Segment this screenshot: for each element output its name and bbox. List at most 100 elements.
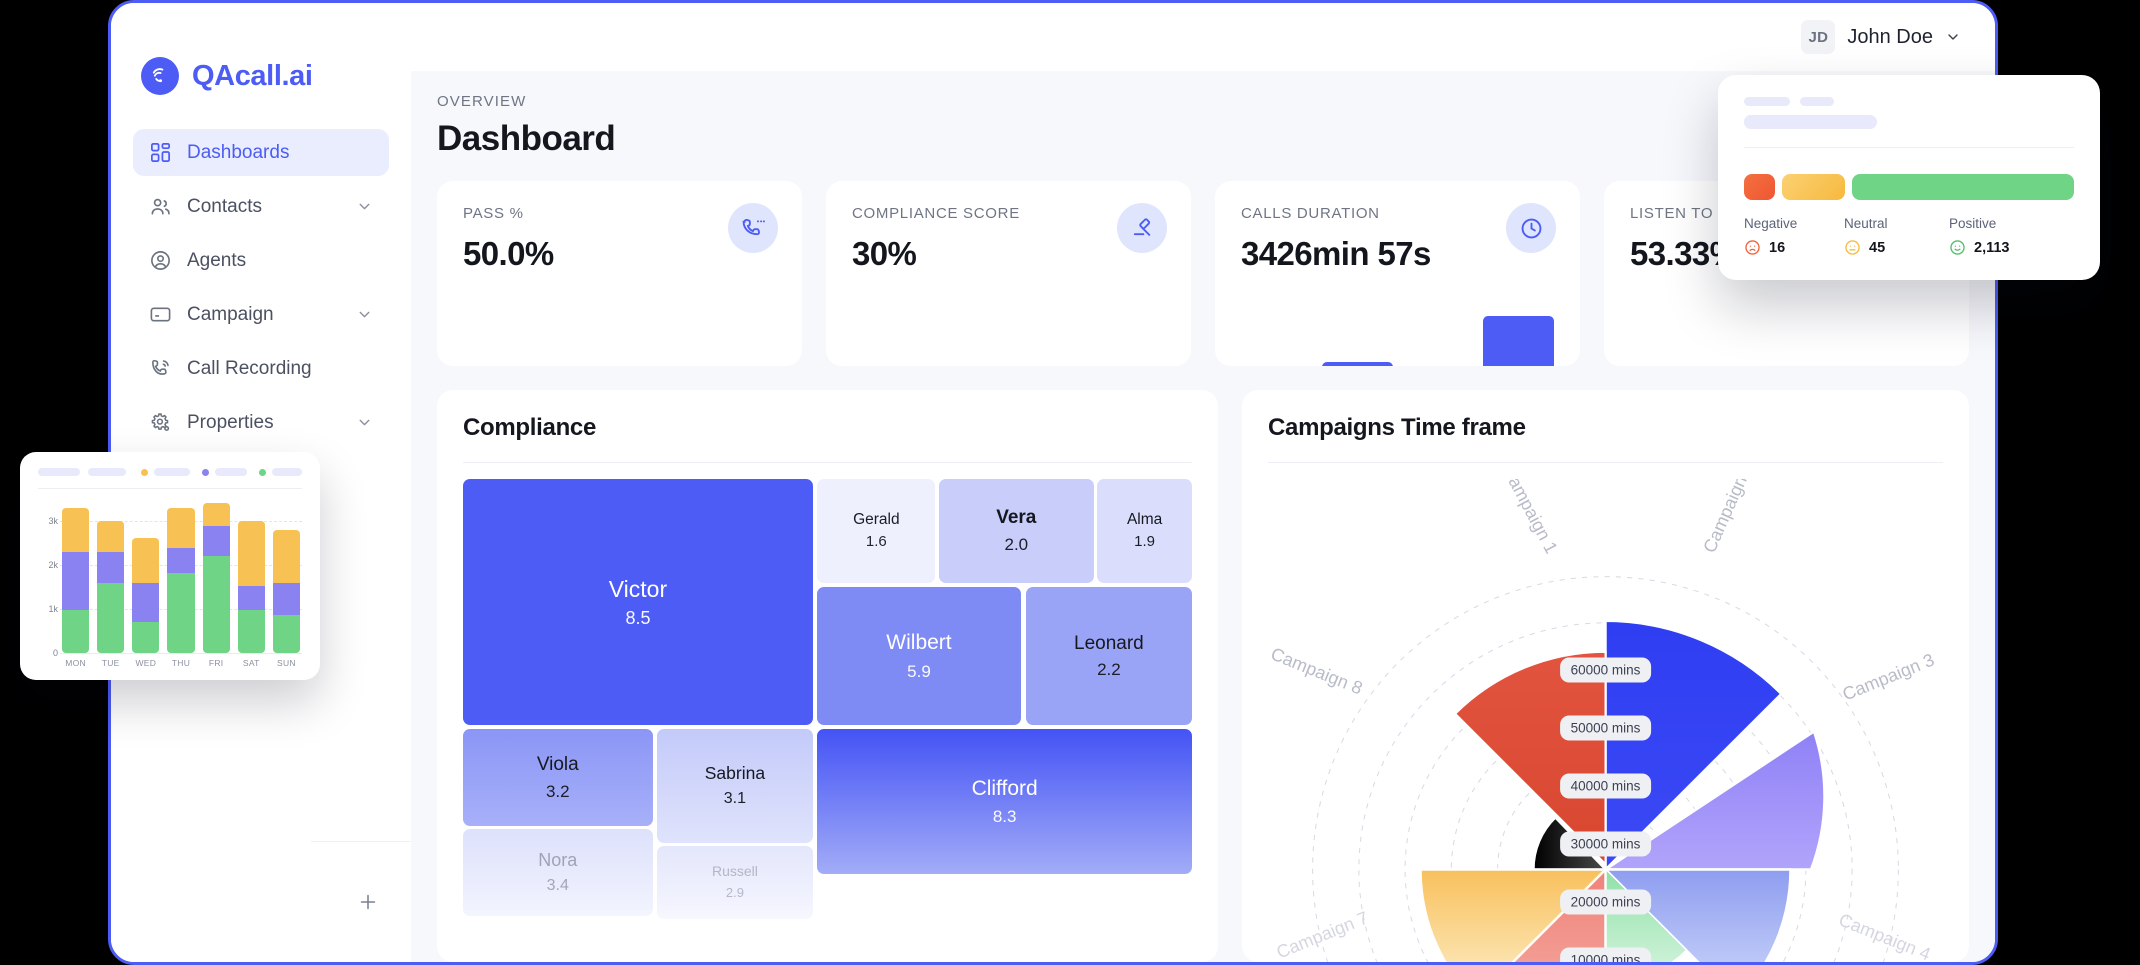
user-menu[interactable]: JD John Doe	[1801, 20, 1961, 54]
sentiment-label: Negative	[1744, 216, 1798, 231]
kpi-sparkline	[1241, 316, 1554, 366]
compliance-chart: Victor 8.5 Gerald 1.6 Vera 2.0 Alma 1.9 …	[463, 479, 1192, 962]
panel-row: Compliance Victor 8.5 Gerald 1.6 Vera 2.…	[437, 390, 1969, 962]
user-name: John Doe	[1847, 25, 1933, 48]
gear-icon	[149, 411, 172, 434]
campaigns-panel: Campaigns Time frame 10000 mins 20000 mi…	[1242, 390, 1969, 962]
tile-label: Alma	[1126, 510, 1163, 528]
treemap-tile[interactable]: Russell 2.9	[656, 846, 813, 919]
y-tick: 1k	[48, 603, 58, 614]
sidebar-item-call-recording[interactable]: Call Recording	[133, 345, 389, 392]
skeleton-bar	[1800, 97, 1834, 106]
campaigns-chart: 10000 mins 20000 mins 30000 mins 40000 m…	[1268, 479, 1943, 962]
sentiment-legend: Negative 16 Neutral 45 Positive 2,113	[1744, 216, 2074, 256]
tile-label: Clifford	[971, 776, 1038, 800]
bar-sat[interactable]	[237, 521, 265, 653]
sentiment-segment-neutral[interactable]	[1782, 174, 1846, 200]
treemap-tile[interactable]: Victor 8.5	[463, 479, 813, 726]
radial-tick-label: 10000 mins	[1559, 947, 1652, 962]
chevron-down-icon	[356, 414, 373, 431]
legend-dot	[202, 468, 209, 476]
legend-dot	[259, 468, 266, 476]
call-wave-icon	[141, 57, 179, 95]
tile-value: 8.5	[625, 608, 651, 629]
plus-icon[interactable]	[357, 891, 379, 913]
bar-tue[interactable]	[97, 521, 125, 653]
bar-mon[interactable]	[62, 507, 90, 653]
sidebar-item-label: Agents	[187, 249, 247, 271]
page-title: Dashboard	[437, 119, 616, 158]
tile-label: Gerald	[853, 510, 900, 528]
legend-item	[202, 468, 247, 476]
kpi-card-compliance-score[interactable]: COMPLIANCE SCORE 30%	[826, 181, 1191, 366]
chevron-down-icon	[356, 306, 373, 323]
sidebar-item-dashboards[interactable]: Dashboards	[133, 129, 389, 176]
sentiment-bar	[1744, 174, 2074, 200]
radial-tick-label: 40000 mins	[1559, 773, 1652, 799]
chevron-down-icon	[1945, 29, 1961, 45]
legend-dot	[141, 468, 148, 476]
tile-label: Viola	[536, 753, 579, 775]
sidebar-item-agents[interactable]: Agents	[133, 237, 389, 284]
card-skeleton-header	[1744, 97, 2074, 106]
radial-tick-label: 60000 mins	[1559, 657, 1652, 683]
skeleton-bar	[154, 468, 190, 476]
x-axis: MON TUE WED THU FRI SAT SUN	[60, 653, 302, 668]
treemap-tile[interactable]: Gerald 1.6	[817, 479, 936, 583]
x-tick: SUN	[276, 658, 296, 668]
compliance-panel: Compliance Victor 8.5 Gerald 1.6 Vera 2.…	[437, 390, 1218, 962]
axis-line	[60, 653, 302, 654]
chevron-down-icon	[356, 198, 373, 215]
y-tick: 3k	[48, 516, 58, 527]
tile-label: Nora	[538, 850, 578, 871]
treemap-tile[interactable]: Vera 2.0	[939, 479, 1094, 583]
topbar: JD John Doe	[111, 3, 1995, 71]
panel-title: Campaigns Time frame	[1268, 414, 1526, 441]
phone-dots-icon	[728, 203, 778, 253]
x-tick: TUE	[101, 658, 120, 668]
bar-sun[interactable]	[272, 529, 300, 653]
sentiment-count: 16	[1769, 239, 1786, 256]
kpi-card-calls-duration[interactable]: CALLS DURATION 3426min 57s	[1215, 181, 1580, 366]
treemap-tile[interactable]: Clifford 8.3	[817, 729, 1192, 875]
x-tick: THU	[171, 658, 191, 668]
smiling-face-icon	[1949, 239, 1966, 256]
skeleton-bar	[1744, 97, 1790, 106]
sidebar-item-properties[interactable]: Properties	[133, 399, 389, 446]
sidebar-item-contacts[interactable]: Contacts	[133, 183, 389, 230]
skeleton-bar	[88, 468, 126, 476]
treemap-tile[interactable]: Sabrina 3.1	[656, 729, 813, 843]
treemap-tile[interactable]: Leonard 2.2	[1025, 586, 1192, 726]
neutral-face-icon	[1844, 239, 1861, 256]
clock-icon	[1506, 203, 1556, 253]
bar-fri[interactable]	[202, 503, 230, 653]
tile-label: Wilbert	[886, 631, 952, 655]
kpi-card-pass-pct[interactable]: PASS % 50.0%	[437, 181, 802, 366]
treemap-tile[interactable]: Viola 3.2	[463, 729, 653, 826]
card-skeleton-header	[38, 468, 302, 476]
skeleton-bar	[272, 468, 302, 476]
sidebar-item-campaign[interactable]: Campaign	[133, 291, 389, 338]
floating-sentiment-card: Negative 16 Neutral 45 Positive 2,113	[1718, 75, 2100, 280]
sidebar-item-label: Dashboards	[187, 141, 290, 163]
gavel-icon	[1117, 203, 1167, 253]
card-icon	[149, 303, 172, 326]
user-circle-icon	[149, 249, 172, 272]
sidebar-item-label: Call Recording	[187, 357, 312, 379]
plot-area	[60, 499, 302, 654]
sentiment-segment-positive[interactable]	[1852, 174, 2074, 200]
sentiment-count: 2,113	[1974, 239, 2010, 256]
tile-value: 5.9	[907, 661, 931, 681]
sentiment-segment-negative[interactable]	[1744, 174, 1776, 200]
treemap-tile[interactable]: Nora 3.4	[463, 829, 653, 917]
mini-bar-chart: 3k 2k 1k 0	[38, 499, 302, 658]
sidebar-item-label: Contacts	[187, 195, 262, 217]
treemap: Victor 8.5 Gerald 1.6 Vera 2.0 Alma 1.9 …	[463, 479, 1192, 962]
treemap-tile[interactable]: Alma 1.9	[1097, 479, 1192, 583]
sentiment-item-positive: Positive 2,113	[1949, 216, 2010, 256]
bar-wed[interactable]	[132, 537, 160, 653]
breadcrumb: OVERVIEW	[437, 93, 527, 110]
treemap-tile[interactable]: Wilbert 5.9	[817, 586, 1021, 726]
bar-thu[interactable]	[167, 508, 195, 653]
tile-value: 2.2	[1097, 660, 1121, 680]
